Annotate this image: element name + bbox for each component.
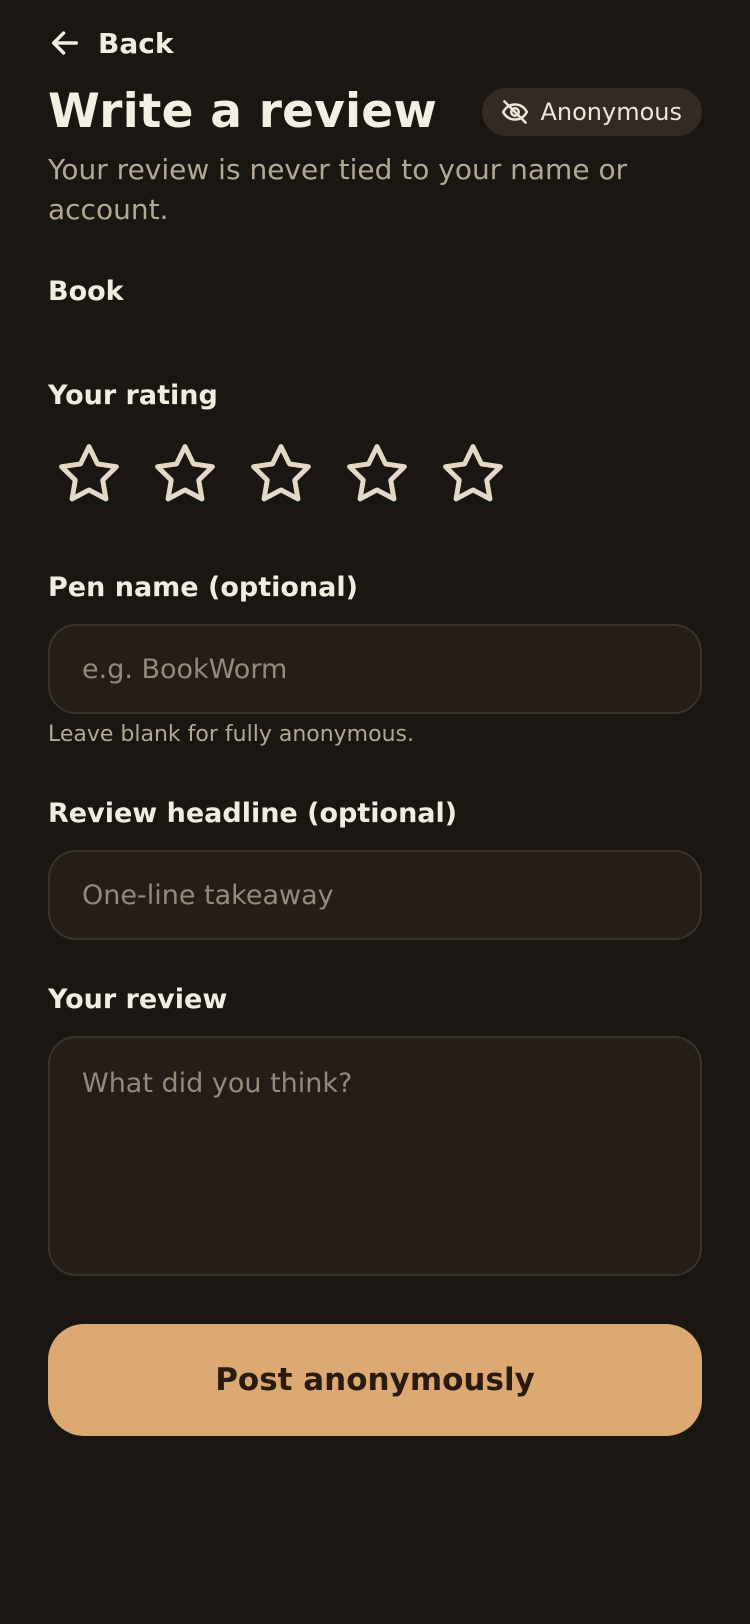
star-icon[interactable] xyxy=(52,438,126,512)
star-icon[interactable] xyxy=(244,438,318,512)
review-field xyxy=(48,1036,702,1276)
review-textarea[interactable] xyxy=(50,1038,700,1274)
rating-label: Your rating xyxy=(48,380,218,411)
book-label: Book xyxy=(48,276,124,307)
pen-name-input[interactable] xyxy=(50,626,700,712)
review-form-screen: Back Write a review Anonymous Your revie… xyxy=(0,0,750,1624)
star-icon[interactable] xyxy=(340,438,414,512)
headline-input[interactable] xyxy=(50,852,700,938)
headline-field xyxy=(48,850,702,940)
star-icon[interactable] xyxy=(148,438,222,512)
review-label: Your review xyxy=(48,984,228,1015)
star-icon[interactable] xyxy=(436,438,510,512)
headline-label: Review headline (optional) xyxy=(48,798,458,829)
title-row: Write a review Anonymous xyxy=(48,84,702,139)
anonymous-badge-label: Anonymous xyxy=(540,97,682,126)
post-anonymously-button[interactable]: Post anonymously xyxy=(48,1324,702,1436)
pen-name-label: Pen name (optional) xyxy=(48,572,358,603)
page-title: Write a review xyxy=(48,84,437,139)
anonymous-badge: Anonymous xyxy=(482,87,702,136)
back-label: Back xyxy=(98,26,174,60)
arrow-left-icon xyxy=(51,31,79,55)
back-button[interactable]: Back xyxy=(48,26,173,60)
eye-off-icon xyxy=(502,99,529,124)
pen-name-field xyxy=(48,624,702,714)
pen-name-hint: Leave blank for fully anonymous. xyxy=(48,722,414,747)
star-rating xyxy=(52,438,510,512)
page-subtitle: Your review is never tied to your name o… xyxy=(48,153,628,226)
